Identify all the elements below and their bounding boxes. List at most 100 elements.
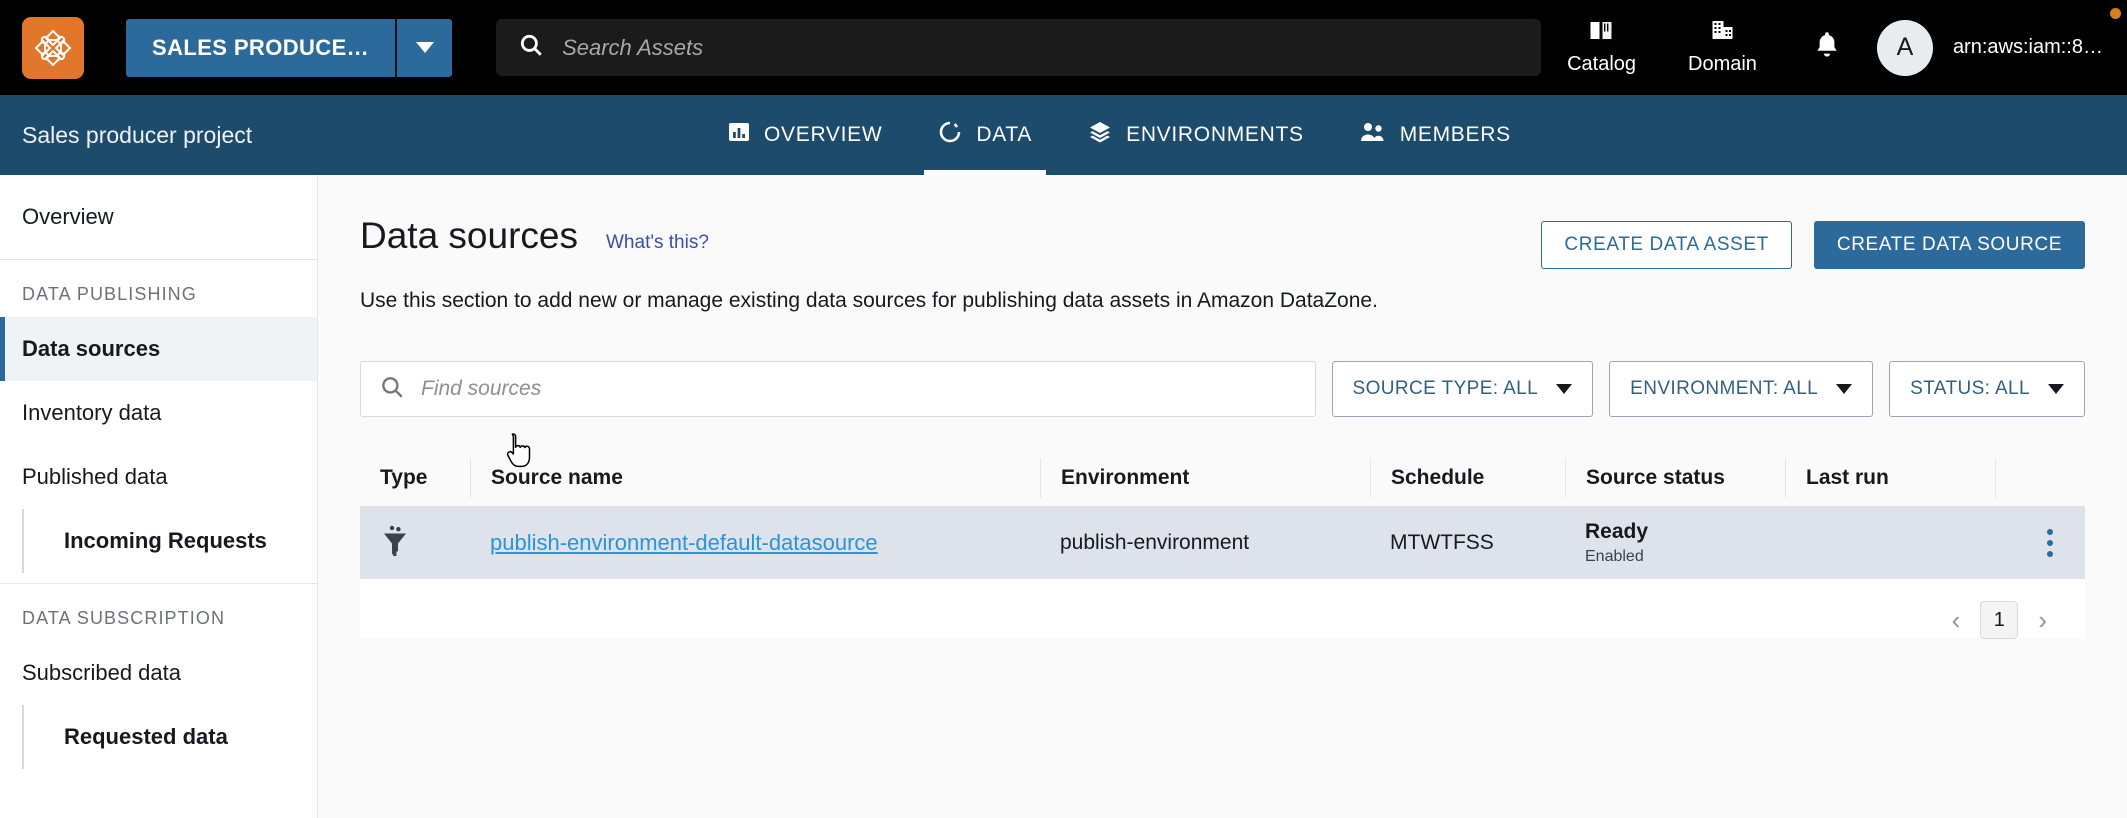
create-data-asset-button[interactable]: CREATE DATA ASSET [1541, 221, 1792, 269]
search-icon [518, 32, 544, 63]
header-actions: CREATE DATA ASSET CREATE DATA SOURCE [1541, 215, 2085, 269]
whats-this-link[interactable]: What's this? [606, 232, 709, 254]
sidebar-item-label: Data sources [22, 336, 161, 361]
sidebar-item-incoming-requests[interactable]: Incoming Requests [22, 509, 317, 573]
catalog-label: Catalog [1567, 53, 1637, 75]
chevron-down-icon [1836, 384, 1853, 394]
project-switcher[interactable]: SALES PRODUCE… [126, 18, 453, 77]
table-row[interactable]: publish-environment-default-datasource p… [360, 507, 2085, 579]
sidebar-item-overview[interactable]: Overview [0, 185, 317, 249]
global-top-bar: SALES PRODUCE… Search Assets Catalog Dom… [0, 0, 2127, 95]
filter-environment[interactable]: ENVIRONMENT: ALL [1609, 361, 1874, 417]
chevron-down-icon [1556, 384, 1573, 394]
catalog-button[interactable]: Catalog [1541, 19, 1662, 76]
pagination-page-1[interactable]: 1 [1980, 601, 2019, 639]
domain-label: Domain [1688, 53, 1757, 75]
column-header-source-name: Source name [470, 457, 1040, 498]
filter-source-type[interactable]: SOURCE TYPE: ALL [1331, 361, 1594, 417]
find-sources-placeholder: Find sources [421, 377, 542, 400]
notifications-button[interactable] [1783, 30, 1871, 65]
chevron-right-icon[interactable]: › [2032, 603, 2053, 638]
cell-source-status: Ready Enabled [1565, 507, 1785, 579]
sidebar-item-published-data[interactable]: Published data [0, 445, 317, 509]
cell-schedule: MTWTFSS [1390, 531, 1494, 554]
column-header-type: Type [380, 465, 428, 489]
page-body: Overview DATA PUBLISHING Data sources In… [0, 175, 2127, 818]
tab-data[interactable]: DATA [910, 95, 1060, 175]
column-header-actions [1995, 457, 2085, 498]
filter-bar: Find sources SOURCE TYPE: ALL ENVIRONMEN… [360, 361, 2085, 417]
filter-status-label: STATUS: ALL [1910, 378, 2030, 399]
page-subtitle: Use this section to add new or manage ex… [360, 289, 1378, 312]
main-header: Data sources What's this? CREATE DATA AS… [360, 175, 2085, 269]
sidebar-item-label: Published data [22, 464, 168, 489]
sidebar-item-label: Subscribed data [22, 660, 181, 685]
glue-crawler-icon [380, 523, 410, 563]
tab-environments-label: ENVIRONMENTS [1126, 123, 1304, 146]
create-data-source-button[interactable]: CREATE DATA SOURCE [1813, 221, 2085, 269]
sidebar-item-inventory-data[interactable]: Inventory data [0, 381, 317, 445]
filter-status[interactable]: STATUS: ALL [1889, 361, 2085, 417]
column-header-schedule: Schedule [1370, 457, 1565, 498]
filter-source-type-label: SOURCE TYPE: ALL [1352, 378, 1539, 399]
sidebar-item-label: Inventory data [22, 400, 162, 425]
sidebar-item-requested-data[interactable]: Requested data [22, 705, 317, 769]
tab-overview[interactable]: OVERVIEW [700, 95, 910, 175]
top-bar-right-cluster: Catalog Domain A arn:aws:iam::8… [1541, 19, 2117, 76]
main-content: Data sources What's this? CREATE DATA AS… [318, 175, 2127, 818]
project-tabs: OVERVIEW DATA ENVIRONMENTS MEMBERS [700, 95, 1539, 175]
chevron-left-icon[interactable]: ‹ [1946, 603, 1967, 638]
bar-chart-icon [728, 121, 750, 149]
table-header-row: Type Source name Environment Schedule So… [360, 449, 2085, 507]
column-header-source-status: Source status [1565, 457, 1785, 498]
book-icon [1589, 19, 1614, 47]
chevron-down-icon[interactable] [395, 18, 453, 77]
pagination: ‹ 1 › [360, 579, 2085, 639]
layers-icon [1088, 120, 1112, 150]
tab-data-label: DATA [976, 123, 1033, 146]
sidebar-item-label: Incoming Requests [64, 528, 267, 553]
chevron-down-icon [2048, 384, 2064, 394]
sidebar-divider-2 [0, 583, 317, 584]
column-header-last-run: Last run [1785, 457, 1995, 498]
find-sources-input[interactable]: Find sources [360, 361, 1316, 417]
status-sub-label: Enabled [1585, 548, 1644, 565]
sidebar-item-label: Overview [22, 204, 114, 229]
tab-members-label: MEMBERS [1399, 123, 1511, 146]
bell-icon [1813, 30, 1841, 65]
kebab-menu-icon[interactable] [2039, 521, 2061, 565]
cell-type [360, 507, 470, 579]
project-title: Sales producer project [22, 121, 253, 148]
sidebar-group-data-subscription: DATA SUBSCRIPTION [22, 608, 226, 628]
avatar[interactable]: A [1876, 19, 1933, 76]
page-title: Data sources [360, 215, 578, 256]
source-name-link[interactable]: publish-environment-default-datasource [490, 530, 878, 556]
tab-overview-label: OVERVIEW [764, 123, 883, 146]
user-arn-label[interactable]: arn:aws:iam::8… [1953, 36, 2103, 59]
sidebar-item-data-sources[interactable]: Data sources [0, 317, 317, 381]
tab-environments[interactable]: ENVIRONMENTS [1060, 95, 1332, 175]
sidebar-group-data-publishing: DATA PUBLISHING [22, 284, 197, 304]
datazone-logo-icon[interactable] [22, 16, 84, 79]
data-sources-table: Type Source name Environment Schedule So… [360, 449, 2085, 639]
cell-source-name: publish-environment-default-datasource [470, 507, 1040, 579]
domain-button[interactable]: Domain [1662, 19, 1783, 76]
sidebar-item-subscribed-data[interactable]: Subscribed data [0, 641, 317, 705]
project-nav-bar: Sales producer project OVERVIEW DATA ENV… [0, 95, 2127, 175]
corner-status-dot [2110, 8, 2121, 19]
circle-dashed-icon [938, 120, 962, 150]
building-icon [1710, 19, 1735, 47]
cell-actions [1995, 507, 2085, 579]
project-switcher-label[interactable]: SALES PRODUCE… [126, 18, 396, 77]
cell-last-run [1785, 507, 1995, 579]
status-badge: Ready [1585, 520, 1649, 543]
people-icon [1360, 121, 1386, 149]
sidebar-divider-1 [0, 259, 317, 260]
global-search-input[interactable]: Search Assets [496, 19, 1542, 76]
search-icon [379, 374, 405, 405]
column-header-environment: Environment [1040, 457, 1370, 498]
title-row: Data sources What's this? [360, 215, 709, 257]
tab-members[interactable]: MEMBERS [1332, 95, 1539, 175]
cell-environment: publish-environment [1060, 531, 1250, 554]
filter-environment-label: ENVIRONMENT: ALL [1630, 378, 1819, 399]
